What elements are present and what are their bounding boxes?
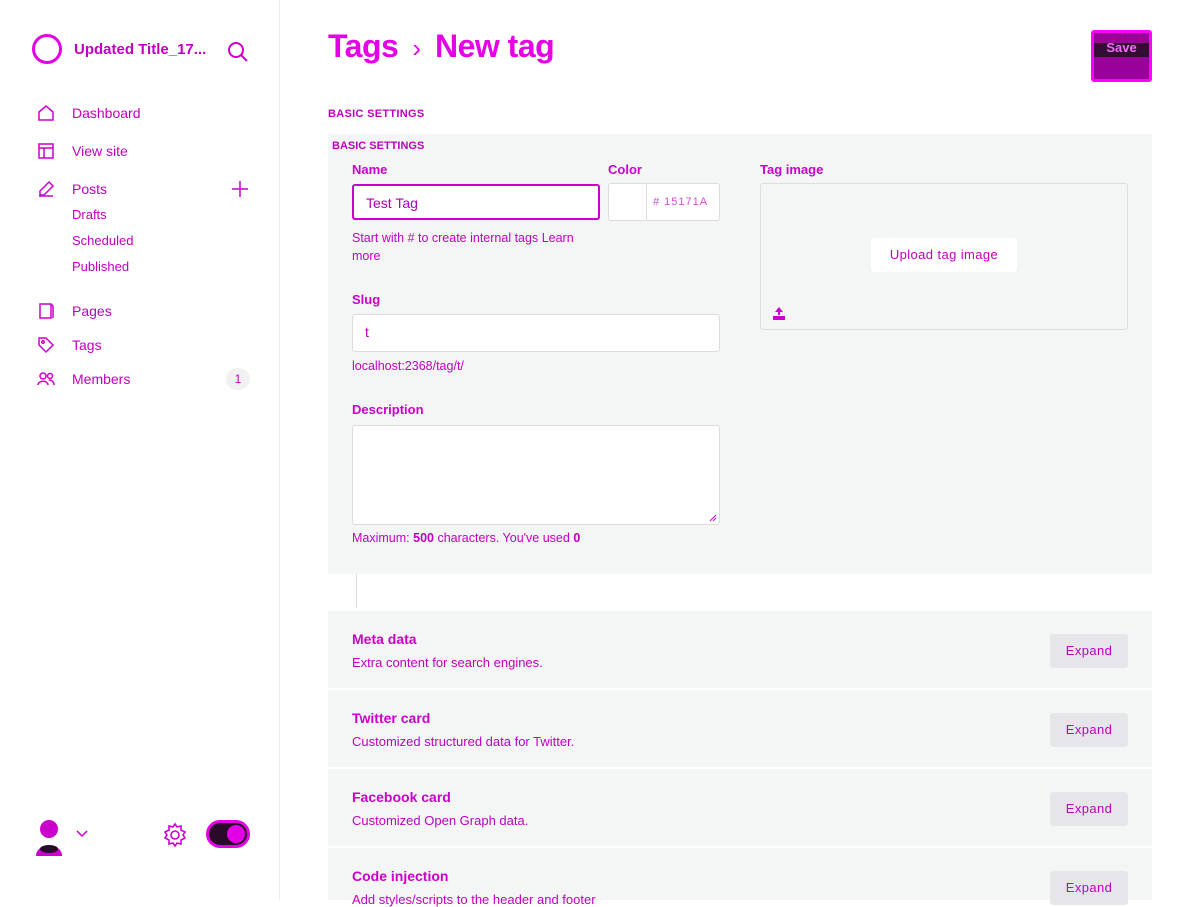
sidebar: Updated Title_17... Dashboard View site …: [0, 0, 280, 900]
sidebar-item-label: Dashboard: [72, 105, 141, 121]
sidebar-item-pages[interactable]: Pages: [36, 298, 252, 324]
sidebar-item-label: View site: [72, 143, 128, 159]
upload-icon[interactable]: [771, 306, 787, 322]
sidebar-item-view-site[interactable]: View site: [36, 138, 252, 164]
site-logo-icon: [32, 34, 62, 64]
name-hint: Start with # to create internal tags Lea…: [352, 229, 602, 265]
slug-input[interactable]: t: [352, 314, 720, 352]
section-label-basic-settings: BASIC SETTINGS: [328, 108, 425, 120]
accordion-description: Customized structured data for Twitter.: [352, 734, 575, 749]
layout-icon: [38, 143, 54, 159]
description-label: Description: [352, 402, 424, 417]
divider: [356, 574, 357, 608]
members-icon: [37, 372, 55, 386]
save-button[interactable]: Save: [1091, 30, 1152, 82]
sidebar-item-posts[interactable]: Posts: [36, 176, 252, 202]
tag-image-dropzone[interactable]: Upload tag image: [760, 183, 1128, 330]
main-content: Tags › New tag Save BASIC SETTINGS BASIC…: [280, 0, 1200, 907]
color-label: Color: [608, 162, 642, 177]
card-section-label: BASIC SETTINGS: [332, 140, 425, 152]
char-count-used: 0: [573, 531, 581, 545]
sidebar-nav: Dashboard View site Posts Drafts Schedul…: [36, 100, 252, 392]
sidebar-item-label: Pages: [72, 303, 112, 319]
name-label: Name: [352, 162, 388, 177]
home-icon: [38, 105, 54, 121]
user-avatar-icon[interactable]: [34, 818, 64, 860]
char-count-max: 500: [413, 531, 434, 545]
name-hint-text: Start with # to create internal tags: [352, 231, 539, 245]
accordion-title: Twitter card: [352, 710, 431, 726]
sidebar-item-dashboard[interactable]: Dashboard: [36, 100, 252, 126]
sidebar-subitem-scheduled[interactable]: Scheduled: [36, 228, 252, 254]
sidebar-item-tags[interactable]: Tags: [36, 332, 252, 358]
sidebar-footer: [34, 816, 254, 864]
accordion-title: Facebook card: [352, 789, 451, 805]
edit-icon: [39, 180, 55, 197]
dark-mode-toggle[interactable]: [206, 820, 250, 848]
accordion-description: Customized Open Graph data.: [352, 813, 529, 828]
accordion-description: Extra content for search engines.: [352, 655, 543, 670]
page-title: New tag: [434, 28, 555, 64]
site-title: Updated Title_17...: [74, 40, 207, 58]
members-count-badge: 1: [226, 368, 250, 390]
resize-handle-icon[interactable]: [709, 514, 717, 522]
breadcrumb: Tags › New tag: [328, 28, 555, 65]
description-char-count: Maximum: 500 characters. You've used 0: [352, 531, 580, 545]
description-textarea[interactable]: [352, 425, 720, 525]
accordion-title: Meta data: [352, 631, 417, 647]
toggle-knob: [227, 825, 245, 843]
sidebar-item-members[interactable]: Members 1: [36, 366, 252, 392]
facebook-card-section: Facebook card Customized Open Graph data…: [328, 768, 1152, 846]
sidebar-item-label: Members: [72, 371, 131, 387]
basic-settings-card: BASIC SETTINGS Name Test Tag Start with …: [328, 134, 1152, 574]
breadcrumb-separator: ›: [412, 33, 421, 63]
accordion-title: Code injection: [352, 868, 449, 884]
slug-url-preview: localhost:2368/tag/t/: [352, 359, 464, 373]
sidebar-item-label: Posts: [72, 181, 108, 197]
page-icon: [39, 303, 54, 319]
sidebar-item-label: Tags: [72, 337, 102, 353]
char-count-prefix: Maximum:: [352, 531, 410, 545]
color-swatch[interactable]: [608, 183, 646, 221]
breadcrumb-tags-link[interactable]: Tags: [328, 28, 399, 65]
expand-twitter-card-button[interactable]: Expand: [1050, 713, 1128, 747]
site-brand[interactable]: Updated Title_17...: [32, 34, 206, 64]
chevron-down-icon[interactable]: [74, 826, 90, 842]
tag-icon: [38, 337, 55, 354]
twitter-card-section: Twitter card Customized structured data …: [328, 689, 1152, 767]
name-input[interactable]: Test Tag: [352, 184, 600, 220]
upload-tag-image-button[interactable]: Upload tag image: [871, 238, 1017, 272]
tag-image-label: Tag image: [760, 162, 824, 177]
save-button-label: Save: [1106, 40, 1137, 55]
expand-meta-data-button[interactable]: Expand: [1050, 634, 1128, 668]
expand-facebook-card-button[interactable]: Expand: [1050, 792, 1128, 826]
sidebar-subitem-published[interactable]: Published: [36, 254, 252, 280]
color-hex-input[interactable]: # 15171A: [646, 183, 720, 221]
search-icon[interactable]: [226, 40, 250, 64]
sidebar-subitem-drafts[interactable]: Drafts: [36, 202, 252, 228]
meta-data-section: Meta data Extra content for search engin…: [328, 610, 1152, 688]
gear-icon[interactable]: [162, 822, 188, 848]
add-post-icon[interactable]: [230, 179, 250, 199]
char-count-mid: characters. You've used: [437, 531, 570, 545]
slug-label: Slug: [352, 292, 381, 307]
code-injection-section: Code injection Add styles/scripts to the…: [328, 847, 1152, 907]
